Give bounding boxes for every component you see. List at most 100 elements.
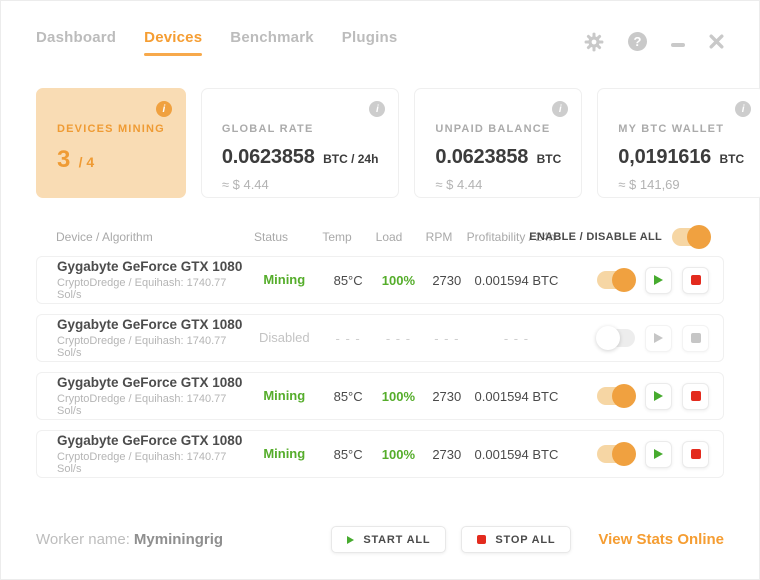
header-status: Status — [233, 230, 309, 244]
global-rate-unit: BTC / 24h — [323, 152, 378, 166]
unpaid-balance-value: 0.0623858 — [435, 146, 528, 168]
start-device-button[interactable] — [645, 441, 672, 468]
device-enable-toggle[interactable] — [597, 329, 635, 347]
toggle-knob — [612, 442, 636, 466]
header-temp: Temp — [309, 230, 365, 244]
unpaid-balance-unit: BTC — [537, 152, 562, 166]
stop-icon — [691, 391, 701, 401]
worker-name: Worker name:Myminingrig — [36, 531, 331, 548]
device-name: Gygabyte GeForce GTX 1080 — [57, 317, 248, 332]
device-row-4: Gygabyte GeForce GTX 1080 CryptoDredge /… — [36, 430, 724, 478]
settings-icon[interactable] — [584, 32, 604, 52]
tab-plugins[interactable]: Plugins — [342, 29, 398, 54]
info-icon[interactable]: i — [735, 101, 751, 117]
stop-device-button[interactable] — [682, 441, 709, 468]
load-value: - - - — [375, 331, 421, 346]
tab-devices[interactable]: Devices — [144, 29, 202, 54]
profitability-value: 0.001594 BTC — [472, 447, 561, 462]
toggle-knob — [596, 326, 620, 350]
card-global-rate: i GLOBAL RATE 0.0623858 BTC / 24h ≈ $ 4.… — [201, 88, 400, 198]
header-load: Load — [365, 230, 413, 244]
global-rate-usd: ≈ $ 4.44 — [222, 177, 379, 192]
top-nav: Dashboard Devices Benchmark Plugins — [36, 1, 724, 54]
close-icon[interactable] — [709, 34, 724, 49]
stop-device-button[interactable] — [682, 383, 709, 410]
toggle-knob — [612, 384, 636, 408]
app-window: Dashboard Devices Benchmark Plugins — [1, 1, 759, 553]
status-value: Mining — [263, 272, 305, 287]
info-icon[interactable]: i — [156, 101, 172, 117]
devices-total-count: / 4 — [79, 154, 95, 170]
help-icon[interactable]: ? — [628, 32, 647, 51]
card-devices-mining: i DEVICES MINING 3 / 4 — [36, 88, 186, 198]
device-cell: Gygabyte GeForce GTX 1080 CryptoDredge /… — [37, 375, 248, 417]
play-icon — [654, 449, 663, 459]
device-algorithm: CryptoDredge / Equihash: 1740.77 Sol/s — [57, 335, 248, 359]
info-icon[interactable]: i — [552, 101, 568, 117]
toggle-knob — [612, 268, 636, 292]
rpm-value: 2730 — [422, 447, 472, 462]
play-icon — [347, 536, 354, 544]
profitability-value: 0.001594 BTC — [472, 389, 561, 404]
stop-icon — [691, 333, 701, 343]
profitability-value: 0.001594 BTC — [472, 273, 561, 288]
tab-dashboard[interactable]: Dashboard — [36, 29, 116, 54]
wallet-usd: ≈ $ 141,69 — [618, 177, 744, 192]
card-label: GLOBAL RATE — [222, 123, 379, 135]
play-icon — [654, 275, 663, 285]
wallet-value: 0,0191616 — [618, 146, 711, 168]
play-icon — [654, 391, 663, 401]
card-label: MY BTC WALLET — [618, 123, 744, 135]
stop-all-button[interactable]: STOP ALL — [461, 526, 571, 553]
rpm-value: 2730 — [422, 273, 472, 288]
load-value: 100% — [375, 273, 421, 288]
temp-value: 85°C — [321, 447, 375, 462]
card-label: UNPAID BALANCE — [435, 123, 561, 135]
temp-value: - - - — [321, 331, 375, 346]
stop-icon — [691, 275, 701, 285]
stop-device-button[interactable] — [682, 325, 709, 352]
start-all-button[interactable]: START ALL — [331, 526, 446, 553]
start-device-button[interactable] — [645, 383, 672, 410]
unpaid-balance-usd: ≈ $ 4.44 — [435, 177, 561, 192]
device-enable-toggle[interactable] — [597, 445, 635, 463]
play-icon — [654, 333, 663, 343]
device-cell: Gygabyte GeForce GTX 1080 CryptoDredge /… — [37, 317, 248, 359]
device-name: Gygabyte GeForce GTX 1080 — [57, 375, 248, 390]
start-device-button[interactable] — [645, 267, 672, 294]
stop-device-button[interactable] — [682, 267, 709, 294]
device-row-3: Gygabyte GeForce GTX 1080 CryptoDredge /… — [36, 372, 724, 420]
device-enable-toggle[interactable] — [597, 387, 635, 405]
stop-icon — [691, 449, 701, 459]
global-rate-value: 0.0623858 — [222, 146, 315, 168]
device-algorithm: CryptoDredge / Equihash: 1740.77 Sol/s — [57, 393, 248, 417]
enable-all-toggle[interactable] — [672, 228, 710, 246]
summary-cards: i DEVICES MINING 3 / 4 i GLOBAL RATE 0.0… — [36, 88, 724, 198]
devices-mining-count: 3 — [57, 146, 70, 173]
device-enable-toggle[interactable] — [597, 271, 635, 289]
rpm-value: - - - — [422, 331, 472, 346]
footer-bar: Worker name:Myminingrig START ALL STOP A… — [36, 526, 724, 553]
device-name: Gygabyte GeForce GTX 1080 — [57, 433, 248, 448]
footer-actions: START ALL STOP ALL View Stats Online — [331, 526, 724, 553]
tab-benchmark[interactable]: Benchmark — [230, 29, 314, 54]
rpm-value: 2730 — [422, 389, 472, 404]
status-value: Mining — [263, 388, 305, 403]
view-stats-link[interactable]: View Stats Online — [598, 531, 724, 548]
window-controls: ? — [584, 32, 724, 52]
stop-icon — [477, 535, 486, 544]
info-icon[interactable]: i — [369, 101, 385, 117]
device-algorithm: CryptoDredge / Equihash: 1740.77 Sol/s — [57, 277, 248, 301]
status-value: Disabled — [259, 330, 310, 345]
temp-value: 85°C — [321, 273, 375, 288]
header-enable-all: ENABLE / DISABLE ALL — [529, 231, 662, 243]
load-value: 100% — [375, 389, 421, 404]
start-device-button[interactable] — [645, 325, 672, 352]
device-row-2: Gygabyte GeForce GTX 1080 CryptoDredge /… — [36, 314, 724, 362]
minimize-icon[interactable] — [671, 43, 685, 47]
wallet-unit: BTC — [720, 152, 745, 166]
device-name: Gygabyte GeForce GTX 1080 — [57, 259, 248, 274]
device-cell: Gygabyte GeForce GTX 1080 CryptoDredge /… — [37, 259, 248, 301]
temp-value: 85°C — [321, 389, 375, 404]
card-btc-wallet: i MY BTC WALLET 0,0191616 BTC ≈ $ 141,69 — [597, 88, 760, 198]
